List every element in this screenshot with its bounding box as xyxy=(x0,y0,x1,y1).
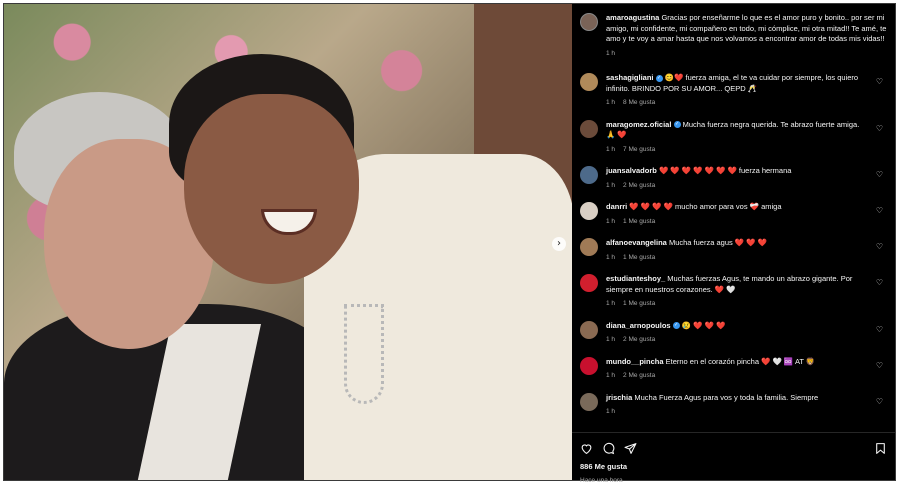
heart-icon[interactable] xyxy=(580,442,593,455)
comment-username[interactable]: estudianteshoy_ xyxy=(606,274,665,283)
likes-count[interactable]: 886 Me gusta xyxy=(580,462,887,473)
comment-text: 😢 ❤️ ❤️ ❤️ xyxy=(682,321,726,330)
avatar[interactable] xyxy=(580,321,598,339)
comment-username[interactable]: jrischia xyxy=(606,393,632,402)
comment-item: alfanoevangelina Mucha fuerza agus ❤️ ❤️… xyxy=(580,238,887,263)
comment-item: juansalvadorb ❤️ ❤️ ❤️ ❤️ ❤️ ❤️ ❤️ fuerz… xyxy=(580,166,887,191)
post-caption: amaroagustina Gracias por enseñarme lo q… xyxy=(580,13,887,59)
caption-time[interactable]: 1 h xyxy=(606,49,615,60)
comment-username[interactable]: sashagigliani xyxy=(606,73,654,82)
post-time: Hace una hora xyxy=(580,476,887,486)
caption-username[interactable]: amaroagustina xyxy=(606,13,659,22)
share-icon[interactable] xyxy=(624,442,637,455)
comments-list[interactable]: amaroagustina Gracias por enseñarme lo q… xyxy=(572,4,895,432)
post-footer: 886 Me gusta Hace una hora xyxy=(572,432,895,480)
comment-like-heart-icon[interactable]: ♡ xyxy=(876,206,883,217)
comment-likes[interactable]: 1 Me gusta xyxy=(623,253,655,264)
comment-text: ❤️ ❤️ ❤️ ❤️ ❤️ ❤️ ❤️ fuerza hermana xyxy=(659,166,791,175)
comment-username[interactable]: juansalvadorb xyxy=(606,166,657,175)
comments-panel: amaroagustina Gracias por enseñarme lo q… xyxy=(572,4,895,480)
comment-time[interactable]: 1 h xyxy=(606,335,615,346)
comment-text: Mucha fuerza agus ❤️ ❤️ ❤️ xyxy=(669,238,767,247)
comment-like-heart-icon[interactable]: ♡ xyxy=(876,77,883,88)
comment-username[interactable]: danrri xyxy=(606,202,627,211)
verified-badge-icon: ✓ xyxy=(674,121,681,128)
comment-time[interactable]: 1 h xyxy=(606,299,615,310)
comment-like-heart-icon[interactable]: ♡ xyxy=(876,397,883,408)
comment-username[interactable]: alfanoevangelina xyxy=(606,238,667,247)
avatar[interactable] xyxy=(580,274,598,292)
comment-like-heart-icon[interactable]: ♡ xyxy=(876,242,883,253)
comment-likes[interactable]: 2 Me gusta xyxy=(623,335,655,346)
avatar[interactable] xyxy=(580,393,598,411)
comment-username[interactable]: diana_arnopoulos xyxy=(606,321,671,330)
bookmark-icon[interactable] xyxy=(874,442,887,455)
comment-text: ❤️ ❤️ ❤️ ❤️ mucho amor para vos ❤️‍🩹 ami… xyxy=(629,202,781,211)
comment-username[interactable]: mundo__pincha xyxy=(606,357,664,366)
comment-likes[interactable]: 8 Me gusta xyxy=(623,98,655,109)
comment-time[interactable]: 1 h xyxy=(606,371,615,382)
woman-face xyxy=(184,94,359,284)
comment-username[interactable]: maragomez.oficial xyxy=(606,120,671,129)
avatar[interactable] xyxy=(580,238,598,256)
comment-item: maragomez.oficial ✓ Mucha fuerza negra q… xyxy=(580,120,887,156)
comment-time[interactable]: 1 h xyxy=(606,217,615,228)
avatar[interactable] xyxy=(580,357,598,375)
verified-badge-icon: ✓ xyxy=(673,322,680,329)
avatar[interactable] xyxy=(580,202,598,220)
comment-time[interactable]: 1 h xyxy=(606,98,615,109)
comment-item: mundo__pincha Eterno en el corazón pinch… xyxy=(580,357,887,382)
avatar[interactable] xyxy=(580,120,598,138)
comment-likes[interactable]: 2 Me gusta xyxy=(623,371,655,382)
avatar[interactable] xyxy=(580,73,598,91)
necklace xyxy=(344,304,384,404)
comment-item: estudianteshoy_ Muchas fuerzas Agus, te … xyxy=(580,274,887,310)
comment-likes[interactable]: 7 Me gusta xyxy=(623,145,655,156)
comment-like-heart-icon[interactable]: ♡ xyxy=(876,361,883,372)
comment-item: danrri ❤️ ❤️ ❤️ ❤️ mucho amor para vos ❤… xyxy=(580,202,887,227)
comment-item: sashagigliani ✓ 😊❤️ fuerza amiga, el te … xyxy=(580,73,887,109)
comment-like-heart-icon[interactable]: ♡ xyxy=(876,325,883,336)
comment-likes[interactable]: 2 Me gusta xyxy=(623,181,655,192)
comment-item: jrischia Mucha Fuerza Agus para vos y to… xyxy=(580,393,887,418)
comment-item: diana_arnopoulos ✓ 😢 ❤️ ❤️ ❤️ 1 h 2 Me gus… xyxy=(580,321,887,346)
next-arrow-icon[interactable]: › xyxy=(552,237,566,251)
comment-text: Mucha Fuerza Agus para vos y toda la fam… xyxy=(634,393,818,402)
instagram-post-modal: › amaroagustina Gracias por enseñarme lo… xyxy=(3,3,896,481)
avatar[interactable] xyxy=(580,13,598,31)
verified-badge-icon: ✓ xyxy=(656,75,663,82)
comment-like-heart-icon[interactable]: ♡ xyxy=(876,278,883,289)
comment-time[interactable]: 1 h xyxy=(606,181,615,192)
comment-like-heart-icon[interactable]: ♡ xyxy=(876,170,883,181)
post-photo[interactable]: › xyxy=(4,4,572,480)
comment-time[interactable]: 1 h xyxy=(606,407,615,418)
comments-container: sashagigliani ✓ 😊❤️ fuerza amiga, el te … xyxy=(580,73,887,418)
avatar[interactable] xyxy=(580,166,598,184)
comment-text: Eterno en el corazón pincha ❤️ 🤍 ♾️ AT 🦁 xyxy=(666,357,816,366)
comment-icon[interactable] xyxy=(602,442,615,455)
comment-likes[interactable]: 1 Me gusta xyxy=(623,299,655,310)
action-bar xyxy=(580,439,887,457)
comment-time[interactable]: 1 h xyxy=(606,145,615,156)
comment-likes[interactable]: 1 Me gusta xyxy=(623,217,655,228)
comment-time[interactable]: 1 h xyxy=(606,253,615,264)
comment-like-heart-icon[interactable]: ♡ xyxy=(876,124,883,135)
